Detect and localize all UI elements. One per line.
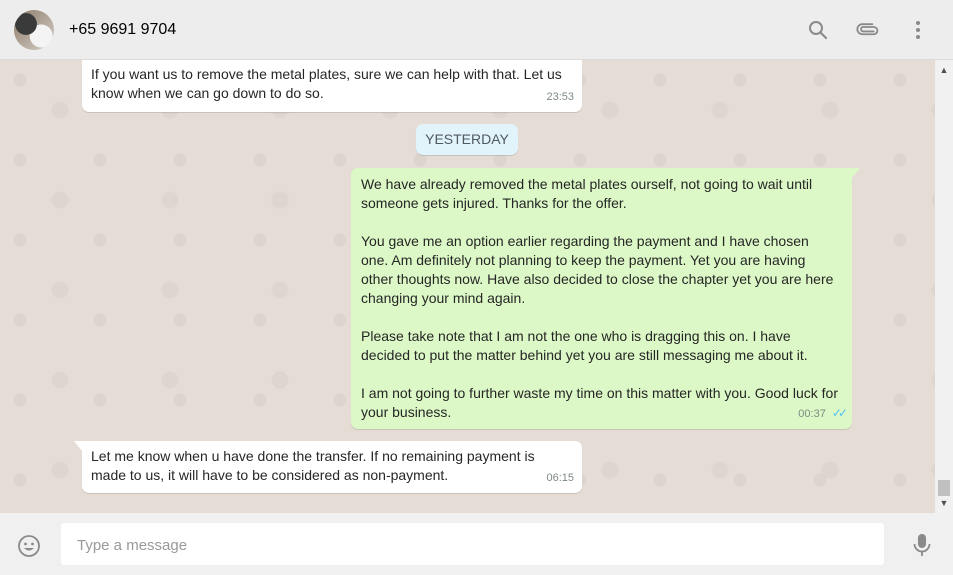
scroll-down-icon[interactable]: ▼ xyxy=(935,495,953,511)
scrollbar-thumb[interactable] xyxy=(938,480,950,496)
message-time: 23:53 xyxy=(546,91,574,103)
date-divider: YESTERDAY xyxy=(416,124,518,155)
chat-header: +65 9691 9704 xyxy=(0,0,953,60)
message-incoming[interactable]: If you want us to remove the metal plate… xyxy=(82,60,582,112)
attach-icon[interactable] xyxy=(856,18,880,42)
menu-icon[interactable] xyxy=(906,18,930,42)
scroll-up-icon[interactable]: ▲ xyxy=(935,62,953,78)
message-list[interactable]: If you want us to remove the metal plate… xyxy=(0,60,935,513)
chat-scrollbar[interactable]: ▲ ▼ xyxy=(935,60,953,513)
search-icon[interactable] xyxy=(806,18,830,42)
emoji-icon[interactable] xyxy=(17,534,41,558)
microphone-icon[interactable] xyxy=(910,532,934,558)
message-meta: 00:37 ✓✓ xyxy=(798,404,848,424)
message-text: We have already removed the metal plates… xyxy=(361,176,838,420)
contact-avatar[interactable] xyxy=(14,10,54,50)
composer-bar xyxy=(0,513,953,575)
message-input-box[interactable] xyxy=(61,523,884,567)
message-input[interactable] xyxy=(75,523,874,567)
message-text: If you want us to remove the metal plate… xyxy=(91,66,562,101)
contact-name[interactable]: +65 9691 9704 xyxy=(69,21,176,39)
message-incoming[interactable]: Let me know when u have done the transfe… xyxy=(74,441,582,493)
message-time: 00:37 xyxy=(798,408,826,420)
message-time: 06:15 xyxy=(546,472,574,484)
message-text: Let me know when u have done the transfe… xyxy=(91,448,535,483)
message-outgoing[interactable]: We have already removed the metal plates… xyxy=(351,168,860,429)
read-double-tick-icon: ✓✓ xyxy=(831,406,848,420)
